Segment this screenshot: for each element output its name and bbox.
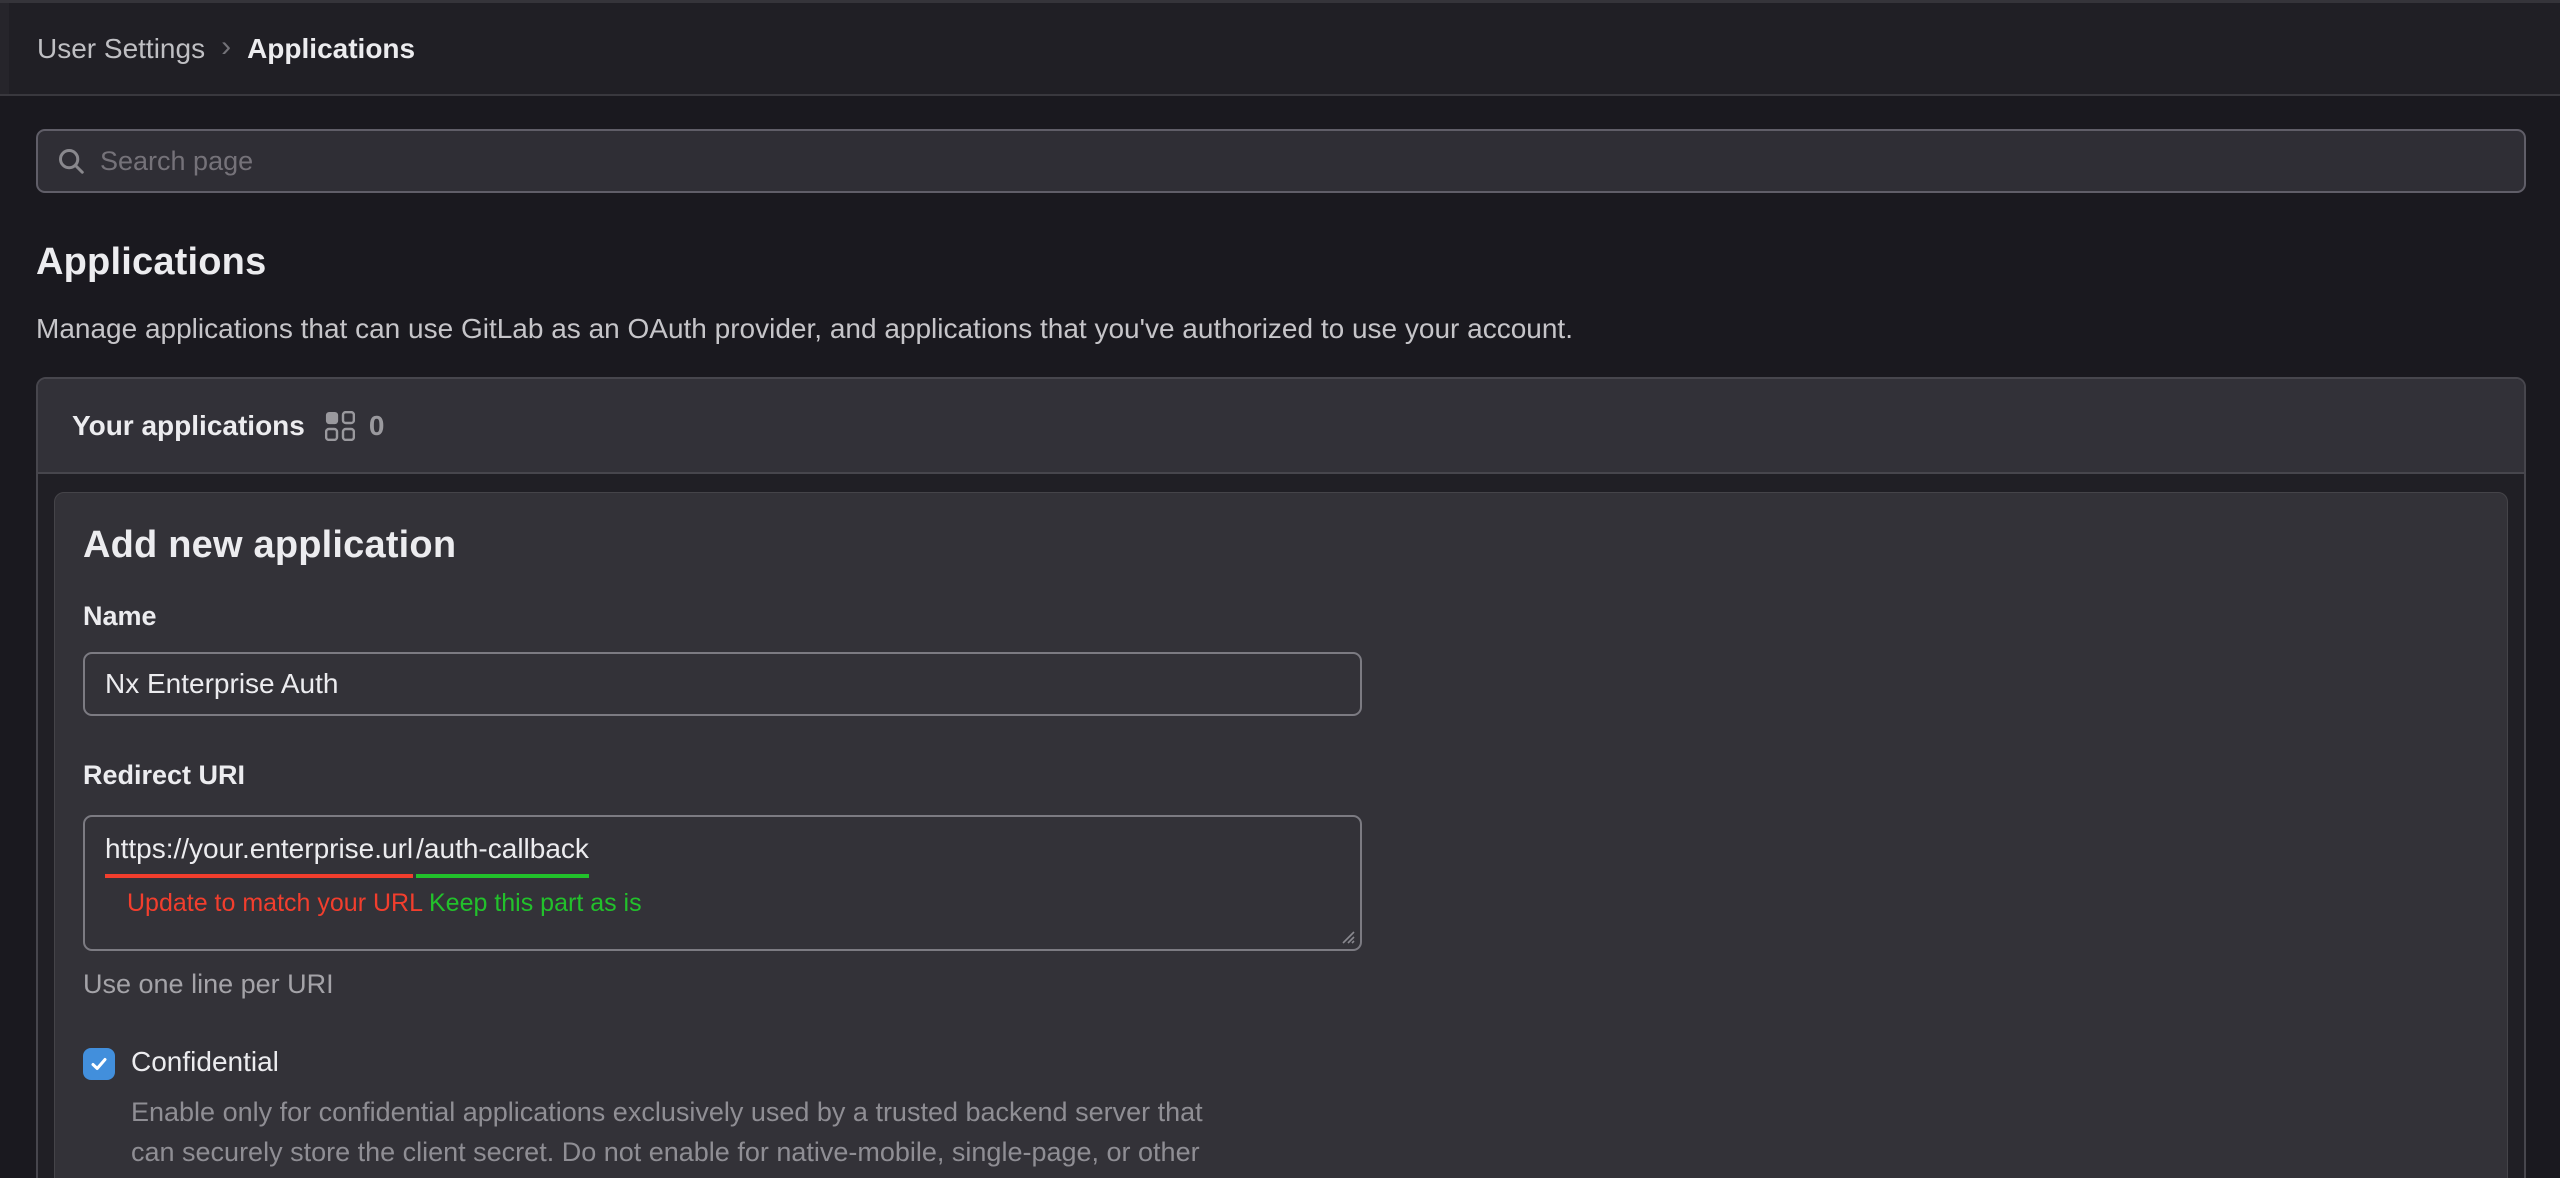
applications-grid-icon [325, 411, 355, 441]
confidential-label[interactable]: Confidential [131, 1046, 279, 1077]
panel-header: Your applications 0 [38, 379, 2524, 474]
redirect-uri-path-part: /auth-callback [416, 833, 589, 878]
redirect-uri-host-part: https://your.enterprise.url [105, 833, 413, 878]
panel-title: Your applications [72, 410, 305, 442]
breadcrumb-user-settings[interactable]: User Settings [37, 33, 205, 65]
applications-count-badge: 0 [369, 410, 385, 442]
page-title: Applications [36, 242, 2526, 282]
search-page-box[interactable] [36, 129, 2526, 193]
textarea-resize-handle-icon[interactable] [1339, 928, 1355, 944]
application-name-input[interactable] [83, 652, 1362, 716]
checkmark-icon [89, 1054, 109, 1074]
confidential-text-block: Confidential Enable only for confidentia… [131, 1046, 1203, 1178]
redirect-uri-textarea[interactable]: https://your.enterprise.url/auth-callbac… [83, 815, 1362, 951]
breadcrumb: User Settings › Applications [0, 32, 415, 66]
breadcrumb-bar: User Settings › Applications [0, 0, 2560, 96]
page-description: Manage applications that can use GitLab … [36, 312, 2526, 346]
redirect-uri-value: https://your.enterprise.url/auth-callbac… [105, 833, 1340, 878]
add-application-card: Add new application Name Redirect URI ht… [54, 492, 2508, 1178]
breadcrumb-applications: Applications [247, 33, 415, 65]
name-label: Name [83, 601, 2479, 632]
search-input[interactable] [100, 146, 2506, 177]
confidential-checkbox[interactable] [83, 1048, 115, 1080]
sidebar-edge [0, 3, 9, 94]
panel-body: Add new application Name Redirect URI ht… [38, 474, 2524, 1178]
uri-hint: Use one line per URI [83, 969, 2479, 1000]
confidential-help-text: Enable only for confidential application… [131, 1092, 1203, 1178]
chevron-right-icon: › [219, 32, 233, 66]
annotation-keep-part: Keep this part as is [429, 889, 642, 918]
search-icon [56, 146, 86, 176]
confidential-row: Confidential Enable only for confidentia… [83, 1046, 2479, 1178]
redirect-uri-label: Redirect URI [83, 760, 2479, 791]
annotation-update-url: Update to match your URL [127, 889, 423, 918]
main-content: Applications Manage applications that ca… [0, 129, 2560, 1178]
add-application-title: Add new application [83, 523, 2479, 567]
your-applications-panel: Your applications 0 Add new application … [36, 377, 2526, 1178]
